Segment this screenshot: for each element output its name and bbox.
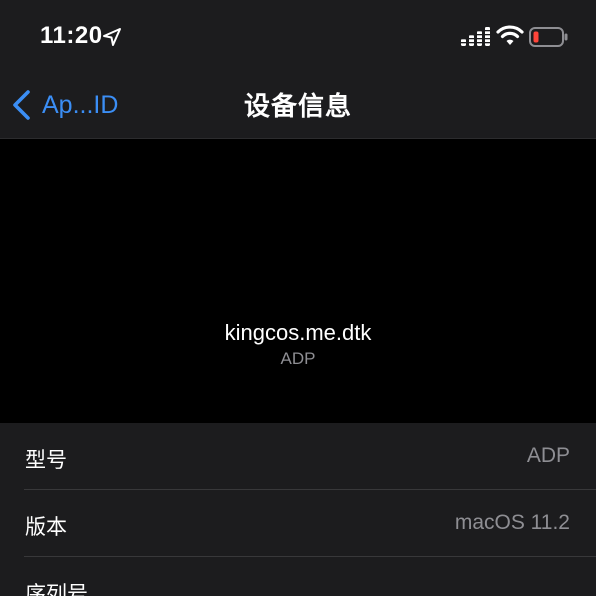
page-title: 设备信息 — [243, 91, 352, 121]
info-row-label: 版本 — [25, 516, 67, 539]
info-row-version[interactable]: 版本 macOS 11.2 — [0, 490, 596, 557]
wifi-icon — [496, 25, 524, 45]
device-header-panel: kingcos.me.dtk ADP — [0, 139, 596, 423]
navigation-bar: Ap...ID 设备信息 — [0, 72, 596, 139]
info-row-label: 型号 — [25, 449, 67, 472]
battery-low-icon — [529, 27, 568, 47]
info-row-model[interactable]: 型号 ADP — [0, 423, 596, 490]
device-name: kingcos.me.dtk — [224, 320, 372, 345]
info-row-serial-number[interactable]: 序列号 — [0, 557, 596, 596]
status-bar: 11:20 — [0, 0, 596, 72]
device-info-list: 型号 ADP 版本 macOS 11.2 序列号 — [0, 423, 596, 596]
info-row-value: ADP — [526, 444, 570, 467]
info-row-label: 序列号 — [25, 583, 88, 596]
status-time: 11:20 — [40, 22, 103, 49]
device-model-subtitle: ADP — [280, 349, 316, 368]
device-info-screen: 11:20 Ap...ID 设备信息 kingcos.me.dtk ADP 型号… — [0, 0, 596, 596]
location-arrow-icon — [103, 28, 121, 46]
info-row-value: macOS 11.2 — [454, 511, 570, 534]
cellular-signal-icon — [461, 27, 491, 46]
